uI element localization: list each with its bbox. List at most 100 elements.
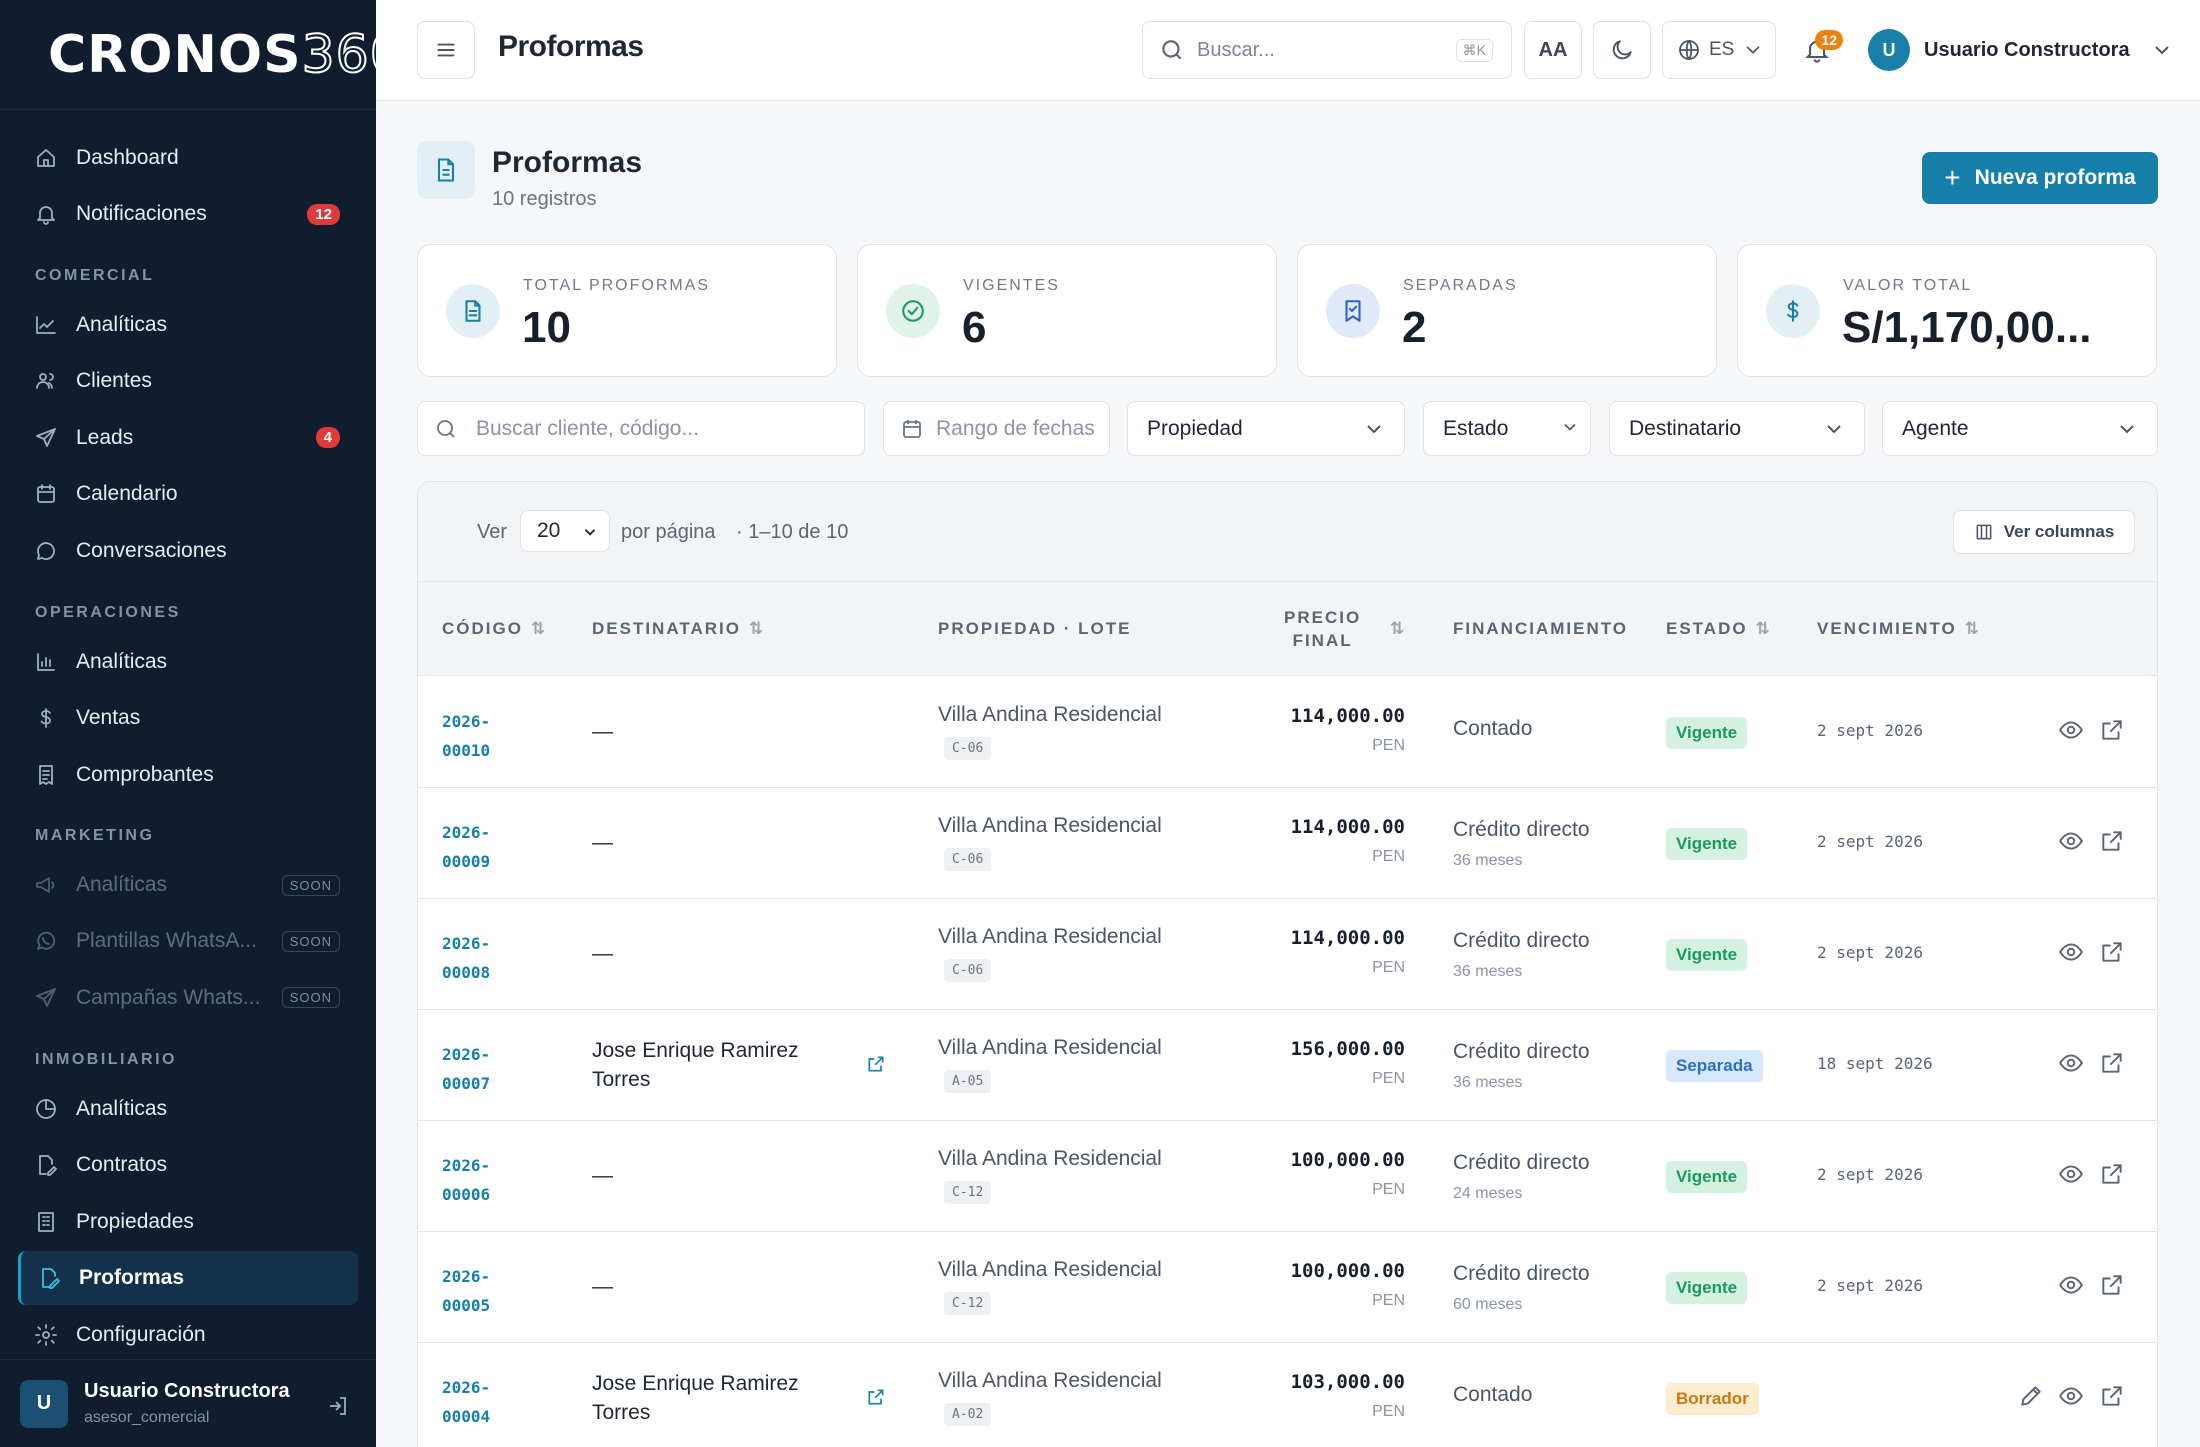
open-external-icon[interactable] (2099, 717, 2125, 748)
col-destinatario[interactable]: DESTINATARIO ⇅ (592, 619, 763, 639)
eye-icon[interactable] (2058, 1161, 2084, 1192)
sidebar-item-plantillas-whatsa[interactable]: Plantillas WhatsA... SOON (18, 914, 358, 968)
proforma-code[interactable]: 2026- 00006 (442, 1151, 490, 1209)
sidebar-item-configuración[interactable]: Configuración (18, 1308, 358, 1362)
sidebar-item-analíticas[interactable]: Analíticas (18, 635, 358, 689)
sidebar-item-leads[interactable]: Leads 4 (18, 411, 358, 465)
per-page-select[interactable]: 20 (520, 510, 610, 552)
sidebar-item-dashboard[interactable]: Dashboard (18, 131, 358, 185)
proforma-code[interactable]: 2026- 00005 (442, 1262, 490, 1320)
stat-value: 10 (522, 303, 571, 352)
sidebar-item-clientes[interactable]: Clientes (18, 354, 358, 408)
eye-icon[interactable] (2058, 828, 2084, 859)
sidebar-item-ventas[interactable]: Ventas (18, 691, 358, 745)
open-external-icon[interactable] (2099, 1272, 2125, 1303)
sidebar-item-label: Leads (76, 425, 134, 449)
logo[interactable]: CRONOS360 (0, 0, 404, 110)
table-row[interactable]: 2026- 00005 — Villa Andina Residencial C-… (418, 1232, 2157, 1343)
table-row[interactable]: 2026- 00008 — Villa Andina Residencial C-… (418, 899, 2157, 1010)
sidebar-item-contratos[interactable]: Contratos (18, 1138, 358, 1192)
menu-toggle-button[interactable] (417, 21, 475, 79)
lot-tag: A-02 (944, 1403, 992, 1426)
col-vencimiento[interactable]: VENCIMIENTO ⇅ (1817, 619, 1979, 639)
open-external-icon[interactable] (2099, 1383, 2125, 1414)
chevron-down-icon (2154, 46, 2169, 55)
eye-icon[interactable] (2058, 717, 2084, 748)
sidebar-item-analíticas[interactable]: Analíticas (18, 1082, 358, 1136)
language-select[interactable]: ES (1662, 21, 1776, 79)
proforma-code[interactable]: 2026- 00008 (442, 929, 490, 987)
theme-toggle-button[interactable] (1593, 21, 1651, 79)
stat-value: 6 (962, 303, 987, 352)
sidebar-item-analíticas[interactable]: Analíticas (18, 298, 358, 352)
eye-icon[interactable] (2058, 1050, 2084, 1081)
estado-select[interactable]: Estado (1423, 401, 1591, 456)
new-proforma-button[interactable]: + Nueva proforma (1922, 152, 2158, 204)
col-codigo[interactable]: CÓDIGO ⇅ (442, 619, 545, 639)
proforma-code[interactable]: 2026- 00004 (442, 1373, 490, 1431)
sidebar-item-conversaciones[interactable]: Conversaciones (18, 524, 358, 578)
table-row[interactable]: 2026- 00009 — Villa Andina Residencial C-… (418, 788, 2157, 899)
sidebar-user[interactable]: U Usuario Constructora asesor_comercial (0, 1359, 376, 1447)
final-price: 156,000.00 (1290, 1038, 1405, 1060)
open-external-icon[interactable] (2099, 939, 2125, 970)
proforma-code[interactable]: 2026- 00010 (442, 707, 490, 765)
table-row[interactable]: 2026- 00004 Jose Enrique Ramirez Torres Vi… (418, 1343, 2157, 1447)
status-badge: Borrador (1666, 1383, 1759, 1415)
sidebar-item-campañas-whats[interactable]: Campañas Whats... SOON (18, 971, 358, 1025)
sidebar-item-comprobantes[interactable]: Comprobantes (18, 748, 358, 802)
col-precio[interactable]: PRECIO FINAL (1284, 606, 1361, 652)
edit-icon[interactable] (2018, 1383, 2044, 1414)
plus-icon: + (1944, 162, 1961, 193)
open-external-icon[interactable] (2099, 1050, 2125, 1081)
sidebar-item-label: Dashboard (76, 146, 179, 169)
global-search-input[interactable]: Buscar... ⌘K (1142, 21, 1512, 79)
columns-button[interactable]: Ver columnas (1953, 510, 2135, 554)
sidebar-item-propiedades[interactable]: Propiedades (18, 1195, 358, 1249)
sidebar-item-analíticas[interactable]: Analíticas SOON (18, 858, 358, 912)
date-range-input[interactable]: Rango de fechas (883, 401, 1110, 456)
font-size-button[interactable]: AA (1524, 21, 1582, 79)
chevron-down-icon (1560, 417, 1580, 443)
table-row[interactable]: 2026- 00010 — Villa Andina Residencial C-… (418, 677, 2157, 788)
sidebar-item-label: Configuración (76, 1322, 206, 1346)
eye-icon[interactable] (2058, 939, 2084, 970)
sort-icon[interactable]: ⇅ (1390, 619, 1404, 639)
destinatario-select[interactable]: Destinatario (1609, 401, 1865, 456)
sort-icon: ⇅ (1964, 619, 1980, 638)
open-external-icon[interactable] (2099, 1161, 2125, 1192)
agente-select[interactable]: Agente (1882, 401, 2158, 456)
proforma-code[interactable]: 2026- 00007 (442, 1040, 490, 1098)
external-link-icon[interactable] (866, 1387, 886, 1412)
avatar: U (20, 1379, 68, 1428)
sidebar-item-proformas[interactable]: Proformas (18, 1251, 358, 1306)
status-badge: Vigente (1666, 1161, 1748, 1193)
property-name: Villa Andina Residencial (938, 925, 1162, 948)
table-row[interactable]: 2026- 00007 Jose Enrique Ramirez Torres Vi… (418, 1010, 2157, 1121)
soon-badge: SOON (281, 930, 340, 952)
shortcut-hint: ⌘K (1455, 38, 1493, 62)
open-external-icon[interactable] (2099, 828, 2125, 859)
logout-icon[interactable] (326, 1394, 350, 1423)
proforma-code[interactable]: 2026- 00009 (442, 818, 490, 876)
sidebar-item-label: Analíticas (76, 313, 168, 336)
document-icon (417, 141, 475, 199)
sidebar-item-label: Plantillas WhatsA... (76, 929, 257, 953)
col-estado[interactable]: ESTADO ⇅ (1666, 619, 1770, 639)
notification-count: 12 (1815, 30, 1843, 50)
stat-label: VALOR TOTAL (1843, 277, 1973, 294)
eye-icon[interactable] (2058, 1383, 2084, 1414)
user-menu[interactable]: U Usuario Constructora (1868, 29, 2174, 71)
section-title: Proformas (492, 146, 643, 179)
soon-badge: SOON (281, 874, 340, 896)
megaphone-icon (34, 873, 58, 897)
notifications-button[interactable]: 12 (1803, 30, 1843, 69)
propiedad-select[interactable]: Propiedad (1127, 401, 1405, 456)
sidebar-item-notificaciones[interactable]: Notificaciones 12 (18, 187, 358, 241)
table-row[interactable]: 2026- 00006 — Villa Andina Residencial C-… (418, 1121, 2157, 1232)
search-input[interactable]: Buscar cliente, código... (417, 401, 865, 456)
sidebar-item-calendario[interactable]: Calendario (18, 467, 358, 521)
external-link-icon[interactable] (866, 1054, 886, 1079)
eye-icon[interactable] (2058, 1272, 2084, 1303)
hamburger-icon (437, 43, 455, 57)
